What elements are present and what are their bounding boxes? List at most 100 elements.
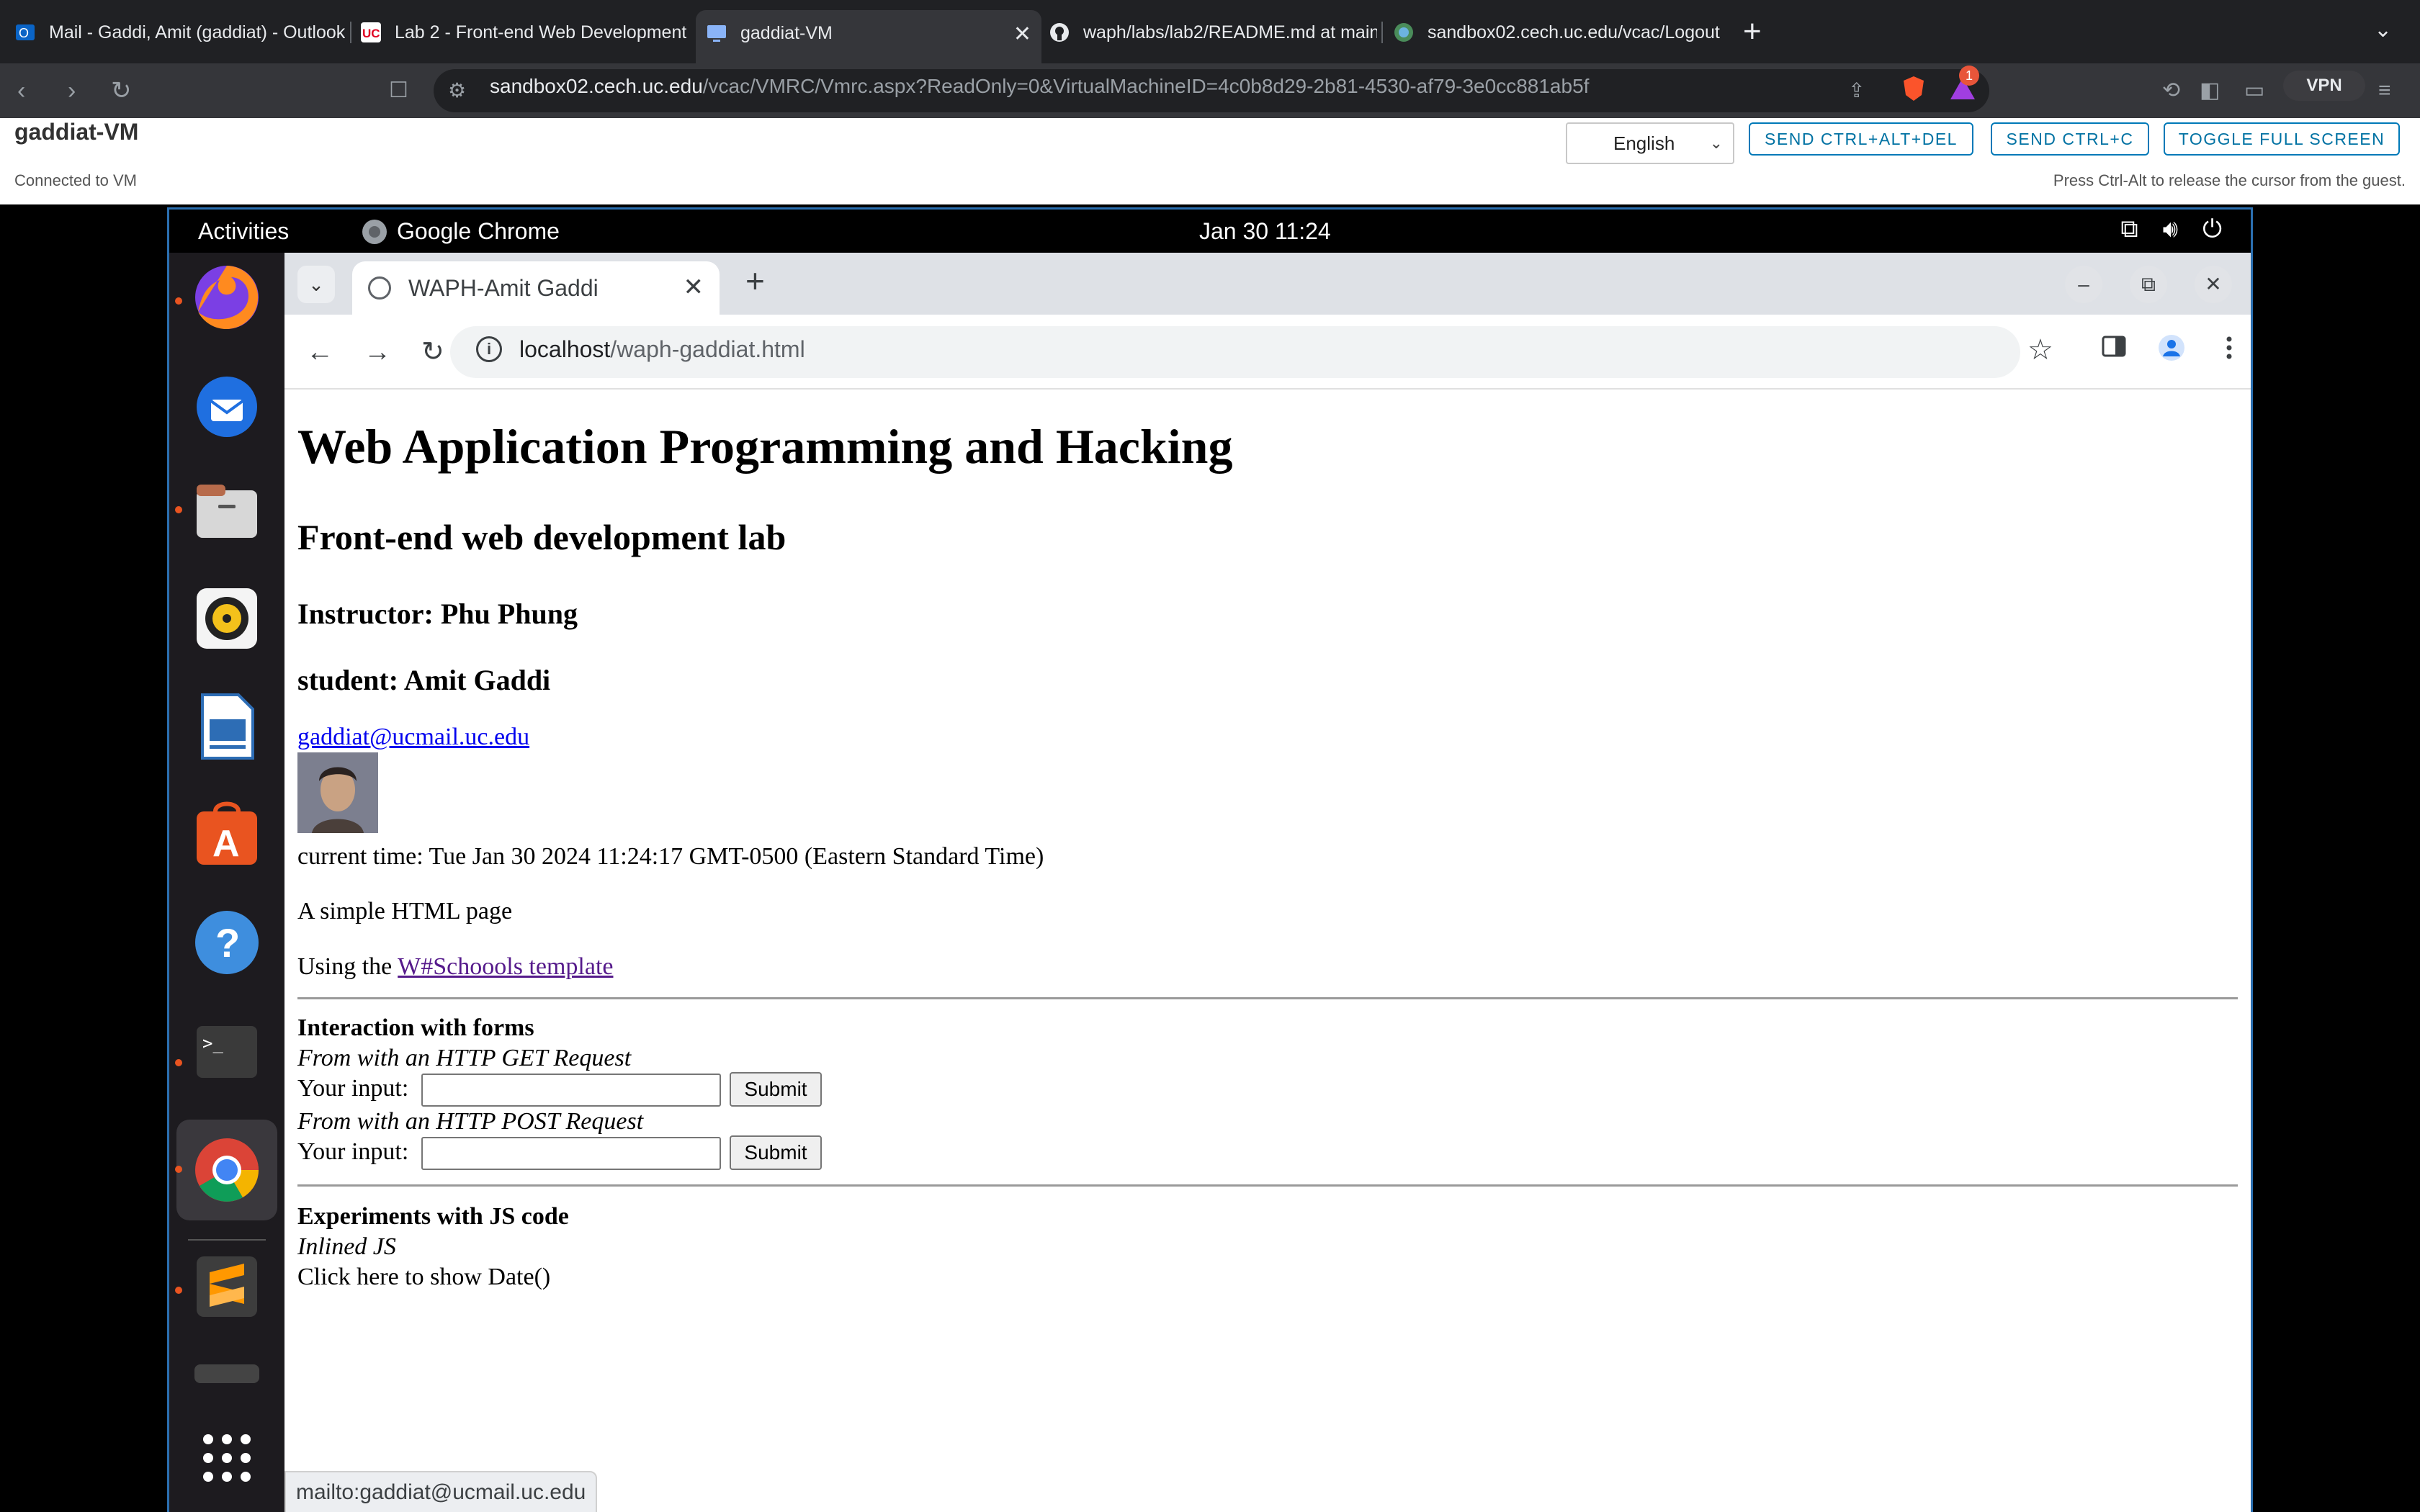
help-icon[interactable]: ? xyxy=(188,904,266,981)
dock: A ? >_ xyxy=(169,253,284,1512)
sublime-icon[interactable] xyxy=(188,1248,266,1326)
tab-separator xyxy=(1381,22,1383,43)
dock-separator xyxy=(188,1239,266,1241)
simple-page-text: A simple HTML page xyxy=(297,898,513,924)
show-date-trigger[interactable]: Click here to show Date() xyxy=(297,1264,550,1291)
drive-icon[interactable] xyxy=(188,1347,266,1383)
page-subtitle: Front-end web development lab xyxy=(297,517,786,557)
get-form-caption: From with an HTTP GET Request xyxy=(297,1045,632,1071)
current-time: current time: Tue Jan 30 2024 11:24:17 G… xyxy=(297,843,1044,870)
site-settings-icon[interactable]: ⚙ xyxy=(448,76,466,105)
writer-icon[interactable] xyxy=(188,688,266,765)
new-tab-button[interactable]: + xyxy=(745,261,765,300)
power-icon: ⏻ xyxy=(2202,215,2222,243)
get-input-field[interactable] xyxy=(421,1074,721,1107)
reload-icon[interactable]: ↻ xyxy=(421,336,444,368)
svg-text:O: O xyxy=(19,26,29,40)
activities-button[interactable]: Activities xyxy=(198,218,289,245)
share-icon[interactable]: ⇪ xyxy=(1848,76,1865,105)
link-status-bar: mailto:gaddiat@ucmail.uc.edu xyxy=(284,1471,598,1512)
chrome-tab-title: WAPH-Amit Gaddi xyxy=(408,274,599,301)
close-tab-icon[interactable]: ✕ xyxy=(684,273,704,302)
template-link[interactable]: W#Schoools template xyxy=(398,953,613,980)
running-indicator xyxy=(175,1287,182,1294)
web-page: Web Application Programming and Hacking … xyxy=(284,390,2251,1512)
sidebar-icon[interactable]: ◧ xyxy=(2200,76,2220,105)
back-icon[interactable]: ‹ xyxy=(17,76,25,105)
tab-sandbox-logout[interactable]: sandbox02.cech.uc.edu/vcac/Logout xyxy=(1393,10,1724,55)
chrome-url: localhost/waph-gaddiat.html xyxy=(519,336,805,363)
app-center-icon[interactable]: A xyxy=(188,796,266,873)
new-tab-button[interactable]: + xyxy=(1743,13,1762,50)
brave-shields-icon[interactable] xyxy=(1901,75,1926,109)
chrome-url-host: localhost xyxy=(519,336,611,362)
bookmark-star-icon[interactable]: ☆ xyxy=(2027,333,2053,366)
email-link[interactable]: gaddiat@ucmail.uc.edu xyxy=(297,724,529,751)
tab-outlook-mail[interactable]: O Mail - Gaddi, Amit (gaddiat) - Outlook xyxy=(14,10,346,55)
app-menu[interactable]: Google Chrome xyxy=(362,218,560,245)
reload-icon[interactable]: ↻ xyxy=(111,76,132,105)
terminal-icon[interactable]: >_ xyxy=(188,1013,266,1091)
divider xyxy=(297,1184,2238,1187)
using-text: Using the xyxy=(297,953,398,980)
forward-icon[interactable]: → xyxy=(364,336,391,368)
tab-search-icon[interactable]: ⌄ xyxy=(297,266,335,303)
divider xyxy=(297,997,2238,999)
close-tab-icon[interactable]: ✕ xyxy=(1013,22,1031,47)
post-submit-button[interactable]: Submit xyxy=(730,1135,822,1170)
tab-label: Lab 2 - Front-end Web Development xyxy=(395,22,687,42)
show-apps-icon[interactable] xyxy=(188,1419,266,1497)
site-info-icon[interactable]: i xyxy=(476,336,502,362)
firefox-icon[interactable] xyxy=(188,258,266,336)
bookmark-icon[interactable]: ☐ xyxy=(389,76,408,105)
outer-url: sandbox02.cech.uc.edu/vcac/VMRC/Vmrc.asp… xyxy=(490,72,1589,101)
tab-github-readme[interactable]: waph/labs/lab2/README.md at main xyxy=(1049,10,1377,55)
toggle-full-screen-button[interactable]: TOGGLE FULL SCREEN xyxy=(2164,122,2400,156)
tab-search-chevron-icon[interactable]: ⌄ xyxy=(2374,17,2392,42)
chrome-tab-active[interactable]: WAPH-Amit Gaddi ✕ xyxy=(352,261,720,315)
leo-ai-icon[interactable]: ⟲ xyxy=(2162,76,2180,105)
thunderbird-icon[interactable] xyxy=(188,366,266,444)
files-icon[interactable] xyxy=(188,472,266,549)
release-cursor-hint: Press Ctrl-Alt to release the cursor fro… xyxy=(2053,171,2406,189)
tab-label: sandbox02.cech.uc.edu/vcac/Logout xyxy=(1428,22,1720,42)
get-input-label: Your input: xyxy=(297,1075,409,1102)
tab-gaddiat-vm[interactable]: gaddiat-VM ✕ xyxy=(696,10,1041,63)
forward-icon[interactable]: › xyxy=(68,76,76,105)
more-menu-icon[interactable] xyxy=(2222,333,2236,369)
rhythmbox-icon[interactable] xyxy=(188,580,266,657)
post-form-caption: From with an HTTP POST Request xyxy=(297,1108,644,1135)
chrome-toolbar: ← → ↻ i localhost/waph-gaddiat.html ☆ xyxy=(284,315,2251,390)
wallet-icon[interactable]: ▭ xyxy=(2244,76,2264,105)
globe-icon xyxy=(1393,22,1415,43)
clock[interactable]: Jan 30 11:24 xyxy=(1199,218,1331,245)
send-ctrl-alt-del-button[interactable]: SEND CTRL+ALT+DEL xyxy=(1749,122,1973,156)
gnome-top-bar: Activities Google Chrome Jan 30 11:24 ⧉ … xyxy=(169,210,2251,253)
tab-lab2[interactable]: UC Lab 2 - Front-end Web Development xyxy=(360,10,689,55)
menu-icon[interactable]: ≡ xyxy=(2378,76,2391,105)
restore-button[interactable]: ⧉ xyxy=(2130,266,2167,303)
system-tray[interactable]: ⧉ 🔊︎ ⏻ xyxy=(2120,215,2222,243)
vm-connection-status: Connected to VM xyxy=(14,171,137,189)
close-window-button[interactable]: ✕ xyxy=(2195,266,2232,303)
vm-console[interactable]: Activities Google Chrome Jan 30 11:24 ⧉ … xyxy=(167,207,2253,1512)
profile-avatar-icon[interactable] xyxy=(2157,333,2186,369)
send-ctrl-c-button[interactable]: SEND CTRL+C xyxy=(1991,122,2149,156)
chrome-url-path: /waph-gaddiat.html xyxy=(610,336,805,362)
student-heading: student: Amit Gaddi xyxy=(297,664,551,696)
back-icon[interactable]: ← xyxy=(306,336,333,368)
outer-url-path: /vcac/VMRC/Vmrc.aspx?ReadOnly=0&VirtualM… xyxy=(702,75,1590,97)
running-indicator xyxy=(175,297,182,305)
svg-text:?: ? xyxy=(215,920,240,966)
language-select[interactable]: English ⌄ xyxy=(1566,122,1734,164)
post-input-field[interactable] xyxy=(421,1137,721,1170)
volume-icon: 🔊︎ xyxy=(2162,215,2179,243)
side-panel-icon[interactable] xyxy=(2101,333,2127,366)
forms-heading: Interaction with forms xyxy=(297,1014,534,1041)
get-submit-button[interactable]: Submit xyxy=(730,1072,822,1107)
page-title: Web Application Programming and Hacking xyxy=(297,419,1233,474)
vpn-button[interactable]: VPN xyxy=(2283,71,2365,101)
chrome-icon[interactable] xyxy=(176,1120,277,1220)
minimize-button[interactable]: – xyxy=(2065,266,2102,303)
running-indicator xyxy=(175,506,182,513)
